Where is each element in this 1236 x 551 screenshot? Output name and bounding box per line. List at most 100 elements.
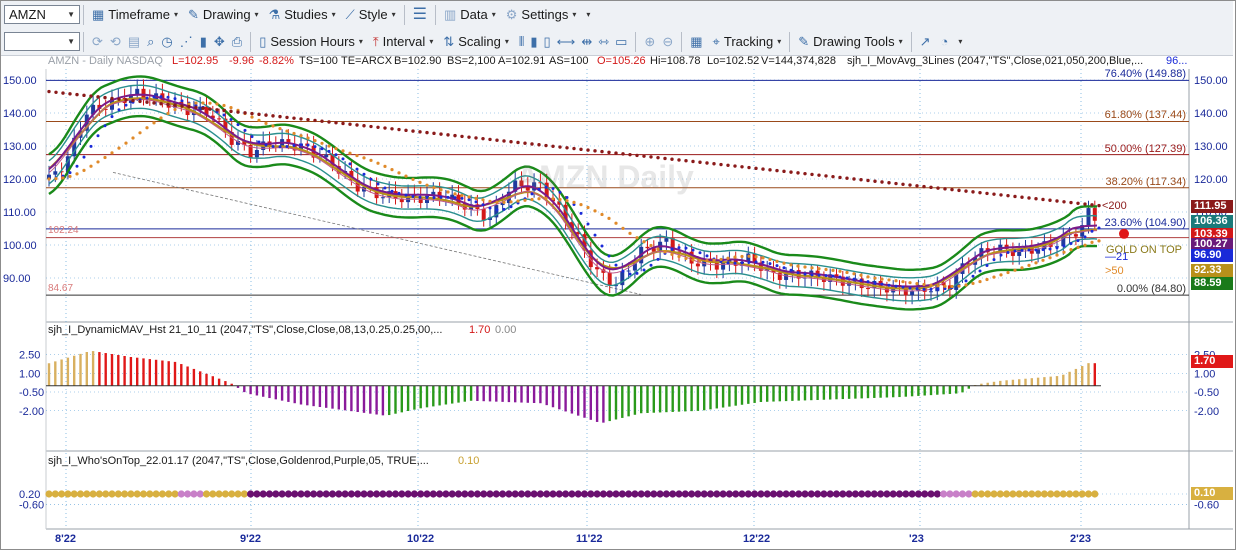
scaling-button[interactable]: ⇅ Scaling ▾ — [438, 31, 514, 53]
ma50-dot — [306, 136, 310, 140]
whos-on-top-dot — [650, 490, 658, 498]
ma200-dot — [1041, 197, 1045, 202]
timer-icon[interactable]: ◷ — [161, 35, 172, 48]
bar-chart-icon[interactable]: ▮ — [200, 35, 207, 48]
zoom-in-icon[interactable]: ⊕ — [644, 35, 655, 48]
candle-icon[interactable]: ▮ — [530, 35, 537, 48]
price-chart-svg[interactable]: 150.00 150.00140.00 140.00130.00 130.00120.… — [1, 55, 1234, 548]
whos-on-top-dot — [492, 490, 500, 498]
ma21-dot — [761, 260, 765, 264]
ma21-dot — [810, 273, 814, 277]
ma50-dot — [551, 197, 555, 201]
ma50-dot — [369, 158, 373, 162]
ma200-dot — [1020, 195, 1024, 199]
style-label: Style — [358, 7, 388, 22]
move-icon[interactable]: ✥ — [214, 35, 225, 48]
whos-on-top-dot — [814, 490, 822, 498]
grid-button[interactable]: ▦ — [685, 31, 707, 53]
ma21-dot — [600, 244, 604, 248]
whos-on-top-dot — [1072, 490, 1080, 498]
tracking-button[interactable]: ⌖ Tracking ▾ — [708, 31, 787, 53]
whos-on-top-dot — [738, 490, 746, 498]
layout-button[interactable]: ☰ — [408, 4, 432, 26]
ma50-dot — [495, 200, 499, 204]
drawing-button[interactable]: ✎ Drawing ▾ — [183, 4, 264, 26]
low-ref-label: 84.67 — [48, 283, 74, 294]
chart-symbol-label: AMZN - Daily NASDAQ — [48, 55, 163, 67]
ma50-dot — [992, 275, 996, 279]
expand-icon[interactable]: ⇿ — [598, 35, 609, 48]
ma200-dot — [390, 127, 394, 131]
ma200-dot — [978, 190, 982, 195]
ma200-dot — [1069, 200, 1073, 205]
fib-level-label: 50.00% (127.39) — [1104, 142, 1186, 155]
candle-body — [135, 88, 140, 95]
zoom-bars-icon[interactable]: ⟷ — [557, 35, 576, 48]
refresh-all-icon[interactable]: ⟲ — [110, 35, 121, 48]
ma200-dot — [1048, 198, 1052, 202]
toolbar-divider — [250, 31, 252, 52]
whos-on-top-dot — [499, 490, 507, 498]
whos-on-top-dot — [631, 490, 639, 498]
ma21-dot — [740, 261, 744, 265]
whos-on-top-dot — [990, 490, 998, 498]
ma50-dot — [586, 205, 590, 210]
ma200-dot — [145, 100, 149, 104]
whos-on-top-dot — [171, 490, 179, 498]
trend-icon[interactable]: ↗ — [920, 35, 931, 48]
panel-icon[interactable]: ▭ — [615, 35, 627, 48]
ma50-dot — [726, 256, 730, 260]
settings-button[interactable]: ⚙ Settings ▾ — [501, 4, 582, 26]
find-icon[interactable]: ⌕ — [147, 35, 154, 48]
whos-on-top-dot — [272, 490, 280, 498]
interval-button[interactable]: ⤒ Interval ▾ — [368, 31, 438, 53]
chevron-down-icon[interactable]: ▾ — [958, 37, 962, 46]
line-chart-icon[interactable]: ⋰ — [180, 35, 193, 48]
whos-on-top-dot — [858, 490, 866, 498]
ma50-dot — [523, 198, 527, 202]
ma200-dot — [173, 103, 177, 107]
whos-on-top-dot — [543, 490, 551, 498]
ohlc-icon[interactable]: ⫴ — [519, 35, 524, 48]
whos-on-top-dot — [1009, 490, 1017, 498]
ma200-dot — [740, 165, 744, 169]
ma200-dot — [796, 171, 800, 175]
refresh-icon[interactable]: ⟳ — [92, 35, 103, 48]
ma200-dot — [1097, 203, 1101, 208]
studies-button[interactable]: ⚗ Studies ▾ — [264, 4, 341, 26]
last-price-marker — [1119, 228, 1129, 239]
toolbar-overflow-button[interactable]: ▾ — [581, 4, 595, 26]
candle-hollow-icon[interactable]: ▯ — [544, 35, 551, 48]
session-hours-button[interactable]: ▯ Session Hours ▾ — [254, 31, 368, 53]
ma50-dot — [733, 255, 737, 259]
ma21-dot — [439, 195, 443, 199]
ma50-dot — [488, 199, 492, 203]
ma50-dot — [1041, 258, 1045, 262]
symbol-input[interactable]: AMZN ▼ — [4, 5, 80, 24]
ma50-dot — [600, 212, 604, 217]
whos-on-top-dot — [927, 490, 935, 498]
print-icon[interactable]: ⎙ — [232, 35, 242, 48]
fib-level-label: 38.20% (117.34) — [1105, 175, 1186, 188]
ma50-dot — [866, 275, 870, 279]
time-axis-label: 8'22 — [55, 533, 76, 545]
ma21-dot — [425, 196, 429, 200]
dashboard-icon[interactable]: ◔ — [941, 35, 949, 48]
ma21-dot — [670, 247, 674, 251]
ma200-dot — [1076, 201, 1080, 205]
style-button[interactable]: ⟋ Style ▾ — [341, 4, 401, 26]
whos-on-top-dot — [127, 490, 135, 498]
chart-area[interactable]: 150.00 150.00 140.00 140.00 130.00 130.00 120.… — [1, 55, 1234, 548]
zoom-out-icon[interactable]: ⊖ — [662, 35, 673, 48]
ma50-label: >50 — [1105, 265, 1124, 277]
chart-link-select[interactable]: ▼ — [4, 32, 80, 51]
price-axis-label-right: 130.00 — [1194, 141, 1228, 153]
timeframe-button[interactable]: ▦ Timeframe ▾ — [87, 4, 183, 26]
compress-icon[interactable]: ⇹ — [581, 35, 592, 48]
drawing-tools-button[interactable]: ✎ Drawing Tools ▾ — [793, 31, 907, 53]
ma21-dot — [467, 198, 471, 202]
ma200-dot — [131, 98, 135, 103]
whos-on-top-dot — [908, 490, 916, 498]
data-button[interactable]: ▥ Data ▾ — [439, 4, 501, 26]
chart-icon[interactable]: ▤ — [128, 35, 140, 48]
